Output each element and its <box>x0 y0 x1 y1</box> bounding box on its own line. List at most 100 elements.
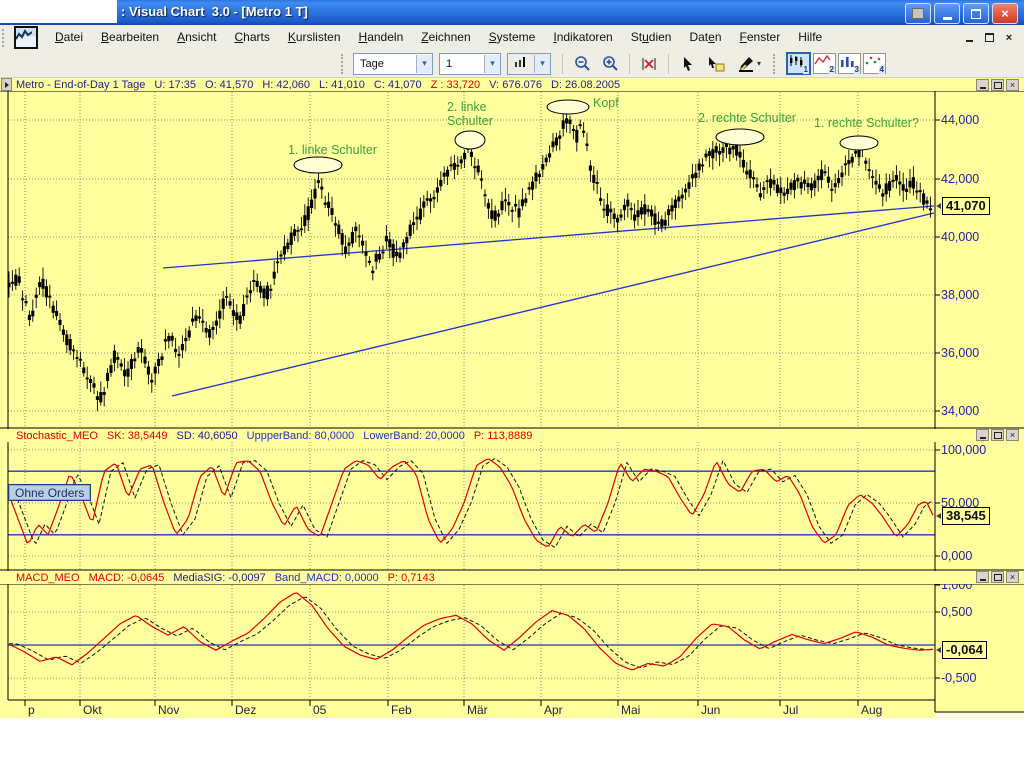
stoch-header-segment: SD: 40,6050 <box>176 430 237 442</box>
stoch-header-segment: P: 113,8889 <box>474 430 533 442</box>
delete-drawing-button[interactable] <box>636 52 662 76</box>
month-label: Mai <box>621 703 640 717</box>
menu-item-datei[interactable]: Datei <box>46 25 92 50</box>
stoch-header-segment: Stochastic_MEO <box>16 430 98 442</box>
stoch-header-segment: UppperBand: 80,0000 <box>247 430 355 442</box>
toolbar-grip-handle[interactable] <box>773 54 780 74</box>
panel-maximize-button[interactable] <box>991 571 1004 583</box>
menu-item-ansicht[interactable]: Ansicht <box>168 25 225 50</box>
minimize-icon <box>980 437 986 439</box>
ohne-orders-button[interactable]: Ohne Orders <box>8 484 91 501</box>
delete-drawing-icon <box>640 56 658 72</box>
mdi-minimize-button[interactable] <box>962 31 976 44</box>
close-icon: × <box>1001 7 1009 20</box>
chart-window-1-button[interactable]: 1 <box>786 52 811 75</box>
menu-item-fenster[interactable]: Fenster <box>731 25 790 50</box>
titlebar-buttons: × <box>905 3 1018 24</box>
price-ytick-label: 42,000 <box>941 172 979 186</box>
compression-value: 1 <box>440 58 484 70</box>
macd-header-segment: MediaSIG: -0,0097 <box>173 572 265 584</box>
price-ytick-label: 34,000 <box>941 404 979 418</box>
app-icon[interactable] <box>14 26 38 49</box>
price-ytick-label: 38,000 <box>941 288 979 302</box>
macd-value: -0,064 <box>942 641 987 659</box>
stoch-header-segment: LowerBand: 20,0000 <box>363 430 465 442</box>
maximize-icon <box>994 432 1002 439</box>
thumb-number: 1 <box>803 66 809 74</box>
pen-tool-button[interactable]: ▾ <box>731 52 767 76</box>
price-header-segment: D: 26.08.2005 <box>551 79 620 91</box>
toolbar-separator <box>562 54 563 74</box>
title-bar[interactable]: : Visual Chart 3.0 - [Metro 1 T] × <box>0 0 1024 25</box>
panel-minimize-button[interactable] <box>976 571 989 583</box>
chart-window-4-button[interactable]: 4 <box>863 53 886 74</box>
pointer-note-tool-button[interactable] <box>703 52 729 76</box>
chart-window-2-button[interactable]: 2 <box>813 53 836 74</box>
bottom-strip <box>935 713 1024 718</box>
pointer-note-icon <box>707 56 725 72</box>
macd-value-tag: -0,064 <box>936 641 987 659</box>
last-price-value: 41,070 <box>942 197 990 215</box>
chart-type-combobox[interactable]: ▾ <box>507 53 551 75</box>
mdi-close-button[interactable]: × <box>1002 31 1016 44</box>
menu-item-charts[interactable]: Charts <box>225 25 278 50</box>
window-box-button[interactable] <box>905 3 931 24</box>
restore-button[interactable] <box>963 3 989 24</box>
price-ytick-label: 36,000 <box>941 346 979 360</box>
menu-item-hilfe[interactable]: Hilfe <box>789 25 831 50</box>
toolbar-separator <box>629 54 630 74</box>
maximize-icon <box>994 574 1002 581</box>
zoom-in-button[interactable] <box>597 52 623 76</box>
minimize-button[interactable] <box>934 3 960 24</box>
toolbar-grip-handle[interactable] <box>341 54 348 74</box>
chart-window-3-button[interactable]: 3 <box>838 53 861 74</box>
menu-item-systeme[interactable]: Systeme <box>480 25 545 50</box>
chevron-down-icon[interactable]: ▾ <box>534 55 550 73</box>
panel-maximize-button[interactable] <box>991 79 1004 91</box>
menu-item-zeichnen[interactable]: Zeichnen <box>412 25 479 50</box>
chevron-down-icon[interactable]: ▾ <box>416 55 432 73</box>
close-button[interactable]: × <box>992 3 1018 24</box>
panel-close-button[interactable]: × <box>1006 429 1019 441</box>
menu-grip-handle[interactable] <box>2 29 8 47</box>
zoom-out-button[interactable] <box>569 52 595 76</box>
menu-item-handeln[interactable]: Handeln <box>350 25 413 50</box>
chart-canvas[interactable] <box>0 78 1024 718</box>
bar-chart-icon <box>508 56 534 71</box>
panel-expand-button[interactable] <box>1 78 12 91</box>
mdi-restore-button[interactable] <box>982 31 996 44</box>
menu-item-bearbeiten[interactable]: Bearbeiten <box>92 25 168 50</box>
minimize-icon <box>980 579 986 581</box>
compression-combobox[interactable]: 1 ▾ <box>439 53 501 75</box>
month-label: Feb <box>391 703 412 717</box>
toolbar: Tage ▾ 1 ▾ ▾ <box>0 50 1024 78</box>
menu-item-daten[interactable]: Daten <box>680 25 730 50</box>
period-combobox[interactable]: Tage ▾ <box>353 53 433 75</box>
menu-item-kurslisten[interactable]: Kurslisten <box>279 25 350 50</box>
menu-item-studien[interactable]: Studien <box>622 25 681 50</box>
menu-bar: DateiBearbeitenAnsichtChartsKurslistenHa… <box>0 25 1024 50</box>
thumb-number: 4 <box>879 66 885 74</box>
zoom-out-icon <box>574 55 591 72</box>
macd-panel-header: MACD_MEOMACD: -0,0645MediaSIG: -0,0097Ba… <box>0 571 1024 584</box>
panel-close-button[interactable]: × <box>1006 79 1019 91</box>
stochastic-panel-controls: × <box>976 429 1019 441</box>
menu-item-indikatoren[interactable]: Indikatoren <box>544 25 621 50</box>
mdi-close-icon: × <box>1006 32 1012 44</box>
macd-ytick-label: 0,500 <box>941 605 972 619</box>
box-icon <box>912 8 924 19</box>
arrow-left-icon <box>936 647 941 653</box>
chevron-down-icon[interactable]: ▾ <box>484 55 500 73</box>
macd-panel-controls: × <box>976 571 1019 583</box>
pattern-annotation: 1. linke Schulter <box>288 143 377 157</box>
panel-maximize-button[interactable] <box>991 429 1004 441</box>
panel-minimize-button[interactable] <box>976 429 989 441</box>
panel-close-button[interactable]: × <box>1006 571 1019 583</box>
cursor-tool-button[interactable] <box>675 52 701 76</box>
month-label: Nov <box>158 703 179 717</box>
restore-icon <box>971 9 981 19</box>
price-header-segment: U: 17:35 <box>154 79 196 91</box>
pattern-annotation: 2. rechte Schulter <box>698 111 796 125</box>
panel-minimize-button[interactable] <box>976 79 989 91</box>
chevron-down-icon[interactable]: ▾ <box>757 59 761 68</box>
